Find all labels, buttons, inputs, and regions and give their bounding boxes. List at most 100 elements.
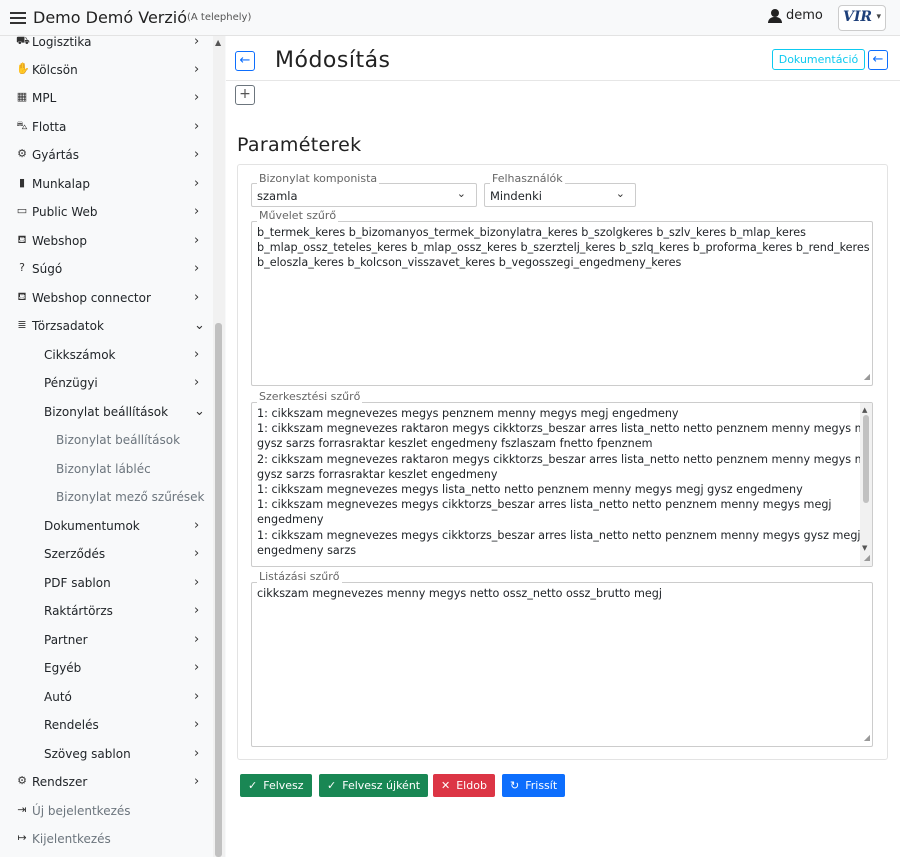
text-line: 2: cikkszam megnevezes raktaron megys ci… (257, 452, 873, 466)
login-icon: ⇥ (17, 803, 27, 816)
sidebar-item-partner[interactable]: Partner › (0, 626, 212, 654)
sidebar-item-bizonylat-beallitasok[interactable]: Bizonylat beállítások ⌄ (0, 398, 212, 426)
sidebar-scroll-thumb[interactable] (215, 323, 222, 857)
logo-text: VIR (843, 9, 873, 25)
sidebar-item-gyartas[interactable]: ⚙ Gyártás › (0, 141, 212, 169)
sidebar-item-cikkszamok[interactable]: Cikkszámok › (0, 341, 212, 369)
chevron-right-icon: › (194, 660, 200, 675)
cogs-icon: ⚙ (17, 774, 27, 787)
resize-grip-icon[interactable]: ◢ (864, 550, 870, 565)
text-line: engedmeny (257, 513, 324, 527)
chevron-right-icon: › (194, 36, 200, 49)
text-line: 1: cikkszam megnevezes megys cikktorzs_b… (257, 528, 861, 542)
resize-grip-icon[interactable]: ◢ (864, 369, 870, 384)
felhasznalok-select[interactable]: Mindenki ⌄ (484, 183, 636, 207)
arrow-left-icon: ← (239, 53, 251, 68)
sidebar-item-munkalap[interactable]: ▮ Munkalap › (0, 170, 212, 198)
caret-down-icon: ▾ (876, 12, 881, 22)
sidebar-item-sugo[interactable]: ? Súgó › (0, 255, 212, 283)
sidebar-item-webshop-connector[interactable]: ⛾ Webshop connector › (0, 284, 212, 312)
sidebar-subitem-bizonylat-beallitasok[interactable]: Bizonylat beállítások (0, 426, 212, 454)
sidebar-item-kolcson[interactable]: ✋ Kölcsön › (0, 56, 212, 84)
vir-logo-dropdown[interactable]: VIR ▾ (838, 5, 886, 31)
sidebar-item-label: Rendszer (32, 775, 88, 789)
resize-grip-icon[interactable]: ◢ (864, 730, 870, 745)
sidebar-item-label: Kijelentkezés (32, 832, 111, 846)
arrow-left-icon: ← (872, 52, 884, 67)
szerkesztesi-szuro-textarea[interactable]: 1: cikkszam megnevezes megys penznem men… (251, 402, 873, 567)
add-button[interactable]: + (235, 85, 255, 105)
sidebar-item-pdf-sablon[interactable]: PDF sablon › (0, 569, 212, 597)
text-line: gysz sarzs forrasraktar keszlet engedmen… (257, 467, 498, 481)
sidebar-item-szerzodes[interactable]: Szerződés › (0, 540, 212, 568)
top-navbar: Demo Demó Verzió (A telephely) demo VIR ▾ (0, 0, 900, 36)
sidebar-item-uj-bejelentkezes[interactable]: ⇥ Új bejelentkezés (0, 797, 212, 825)
cart-icon: ⛾ (17, 290, 27, 303)
sidebar-item-webshop[interactable]: ⛾ Webshop › (0, 227, 212, 255)
cart-icon: ⛾ (17, 233, 27, 246)
eldob-button[interactable]: ✕ Eldob (433, 774, 495, 797)
sidebar-item-label: Gyártás (32, 148, 79, 162)
pallet-icon: ▦ (16, 90, 28, 103)
sidebar-item-kijelentkezes[interactable]: ↦ Kijelentkezés (0, 825, 212, 853)
hamburger-menu-icon[interactable] (10, 9, 26, 27)
sidebar: ⛟ Logisztika › ✋ Kölcsön › ▦ MPL › ⛍ Flotta › ⚙ G… (0, 36, 226, 857)
sidebar-item-rendeles[interactable]: Rendelés › (0, 711, 212, 739)
back-button-right[interactable]: ← (868, 50, 888, 70)
sidebar-item-rendszer[interactable]: ⚙ Rendszer › (0, 768, 212, 796)
sidebar-item-label: Logisztika (32, 36, 92, 49)
chevron-right-icon: › (194, 632, 200, 647)
user-icon (768, 8, 782, 23)
sidebar-item-egyeb[interactable]: Egyéb › (0, 654, 212, 682)
sidebar-item-dokumentumok[interactable]: Dokumentumok › (0, 512, 212, 540)
cogs-icon: ⚙ (17, 147, 27, 160)
back-button[interactable]: ← (235, 51, 255, 71)
sidebar-item-logisztika[interactable]: ⛟ Logisztika › (0, 36, 212, 56)
sidebar-item-label: Pénzügyi (44, 376, 98, 390)
frissit-button[interactable]: ↻ Frissít (502, 774, 566, 797)
bizonylat-komponista-label: Bizonylat komponista (257, 172, 380, 185)
chevron-right-icon: › (194, 176, 200, 191)
user-menu[interactable]: demo (768, 8, 823, 23)
sidebar-item-label: Törzsadatok (32, 319, 104, 333)
textarea-scrollbar[interactable]: ▲ ▼ (860, 403, 872, 566)
listazasi-szuro-textarea[interactable]: cikkszam megnevezes menny megys netto os… (251, 582, 873, 747)
scroll-up-arrow-icon[interactable]: ▲ (215, 38, 221, 47)
username: demo (786, 8, 823, 23)
text-line: engedmeny sarzs (257, 543, 357, 557)
car-icon: ⛍ (16, 119, 28, 132)
sidebar-scrollbar[interactable]: ▲ (213, 36, 225, 857)
documentation-button[interactable]: Dokumentáció (772, 49, 865, 70)
chevron-right-icon: › (194, 290, 200, 305)
sidebar-subitem-bizonylat-lablec[interactable]: Bizonylat lábléc (0, 455, 212, 483)
sidebar-item-flotta[interactable]: ⛍ Flotta › (0, 113, 212, 141)
sidebar-item-public-web[interactable]: ▭ Public Web › (0, 198, 212, 226)
sidebar-item-raktartorzs[interactable]: Raktártörzs › (0, 597, 212, 625)
sidebar-item-label: Bizonylat mező szűrések (56, 490, 205, 504)
sidebar-item-label: Új bejelentkezés (32, 804, 131, 818)
parameters-card: szamla ⌄ Bizonylat komponista Mindenki ⌄ F… (237, 164, 888, 760)
chevron-right-icon: › (194, 717, 200, 732)
file-icon: ▮ (18, 176, 26, 189)
text-line: gysz sarzs forrasraktar keszlet engedmen… (257, 437, 653, 451)
text-line: b_termek_keres b_bizomanyos_termek_bizon… (257, 226, 806, 239)
sidebar-item-label: MPL (32, 91, 57, 105)
felvesz-ujkent-button[interactable]: ✓ Felvesz újként (319, 774, 429, 797)
sidebar-item-penzugyi[interactable]: Pénzügyi › (0, 369, 212, 397)
text-line: 1: cikkszam megnevezes megys lista_netto… (257, 483, 803, 497)
sidebar-item-mpl[interactable]: ▦ MPL › (0, 84, 212, 112)
felvesz-button[interactable]: ✓ Felvesz (240, 774, 312, 797)
sidebar-item-label: Bizonylat beállítások (56, 433, 181, 447)
check-icon: ✓ (248, 779, 258, 792)
sidebar-subitem-bizonylat-mezo-szuresek[interactable]: Bizonylat mező szűrések (0, 483, 212, 511)
textarea-scroll-thumb[interactable] (863, 415, 869, 503)
sidebar-item-label: Szerződés (44, 547, 106, 561)
bizonylat-komponista-select[interactable]: szamla ⌄ (251, 183, 477, 207)
muvelet-szuro-label: Művelet szűrő (257, 209, 339, 222)
button-label: Eldob (456, 779, 487, 792)
sidebar-item-auto[interactable]: Autó › (0, 683, 212, 711)
sidebar-item-torzsadatok[interactable]: ≣ Törzsadatok ⌄ (0, 312, 212, 340)
truck-icon: ⛟ (16, 36, 30, 47)
muvelet-szuro-textarea[interactable]: b_termek_keres b_bizomanyos_termek_bizon… (251, 221, 873, 386)
sidebar-item-szoveg-sablon[interactable]: Szöveg sablon › (0, 740, 212, 768)
